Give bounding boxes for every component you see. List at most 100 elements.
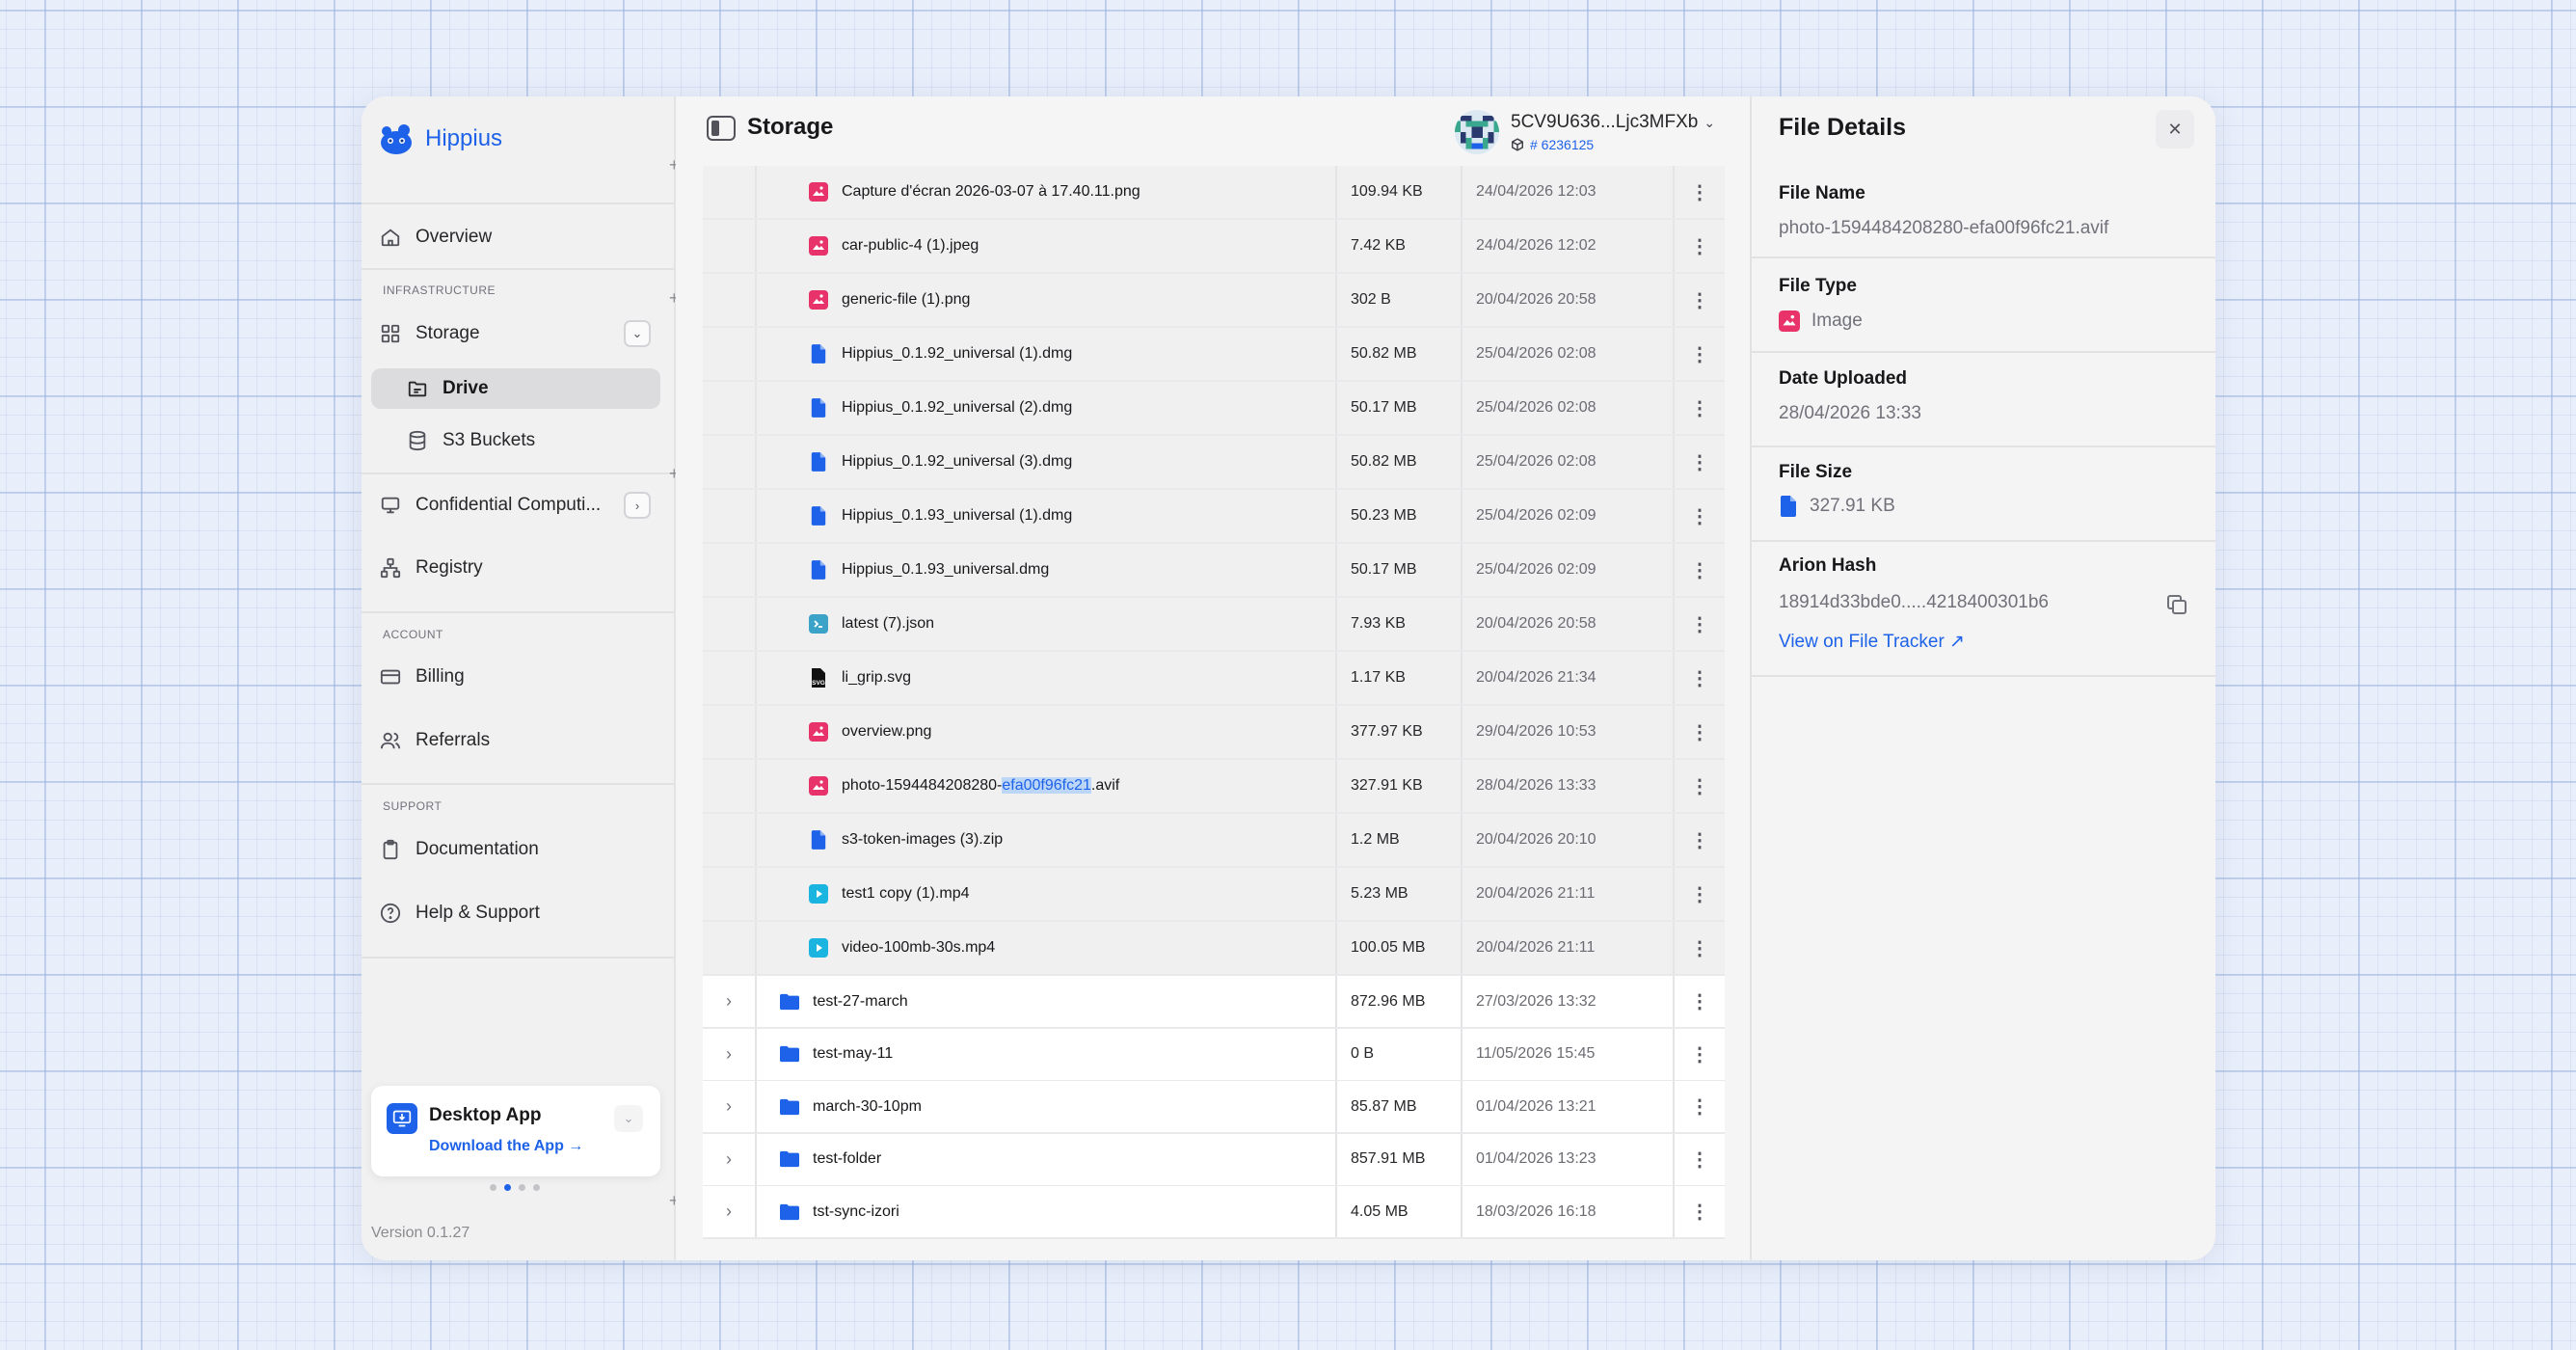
more-options-icon[interactable]: ⋮: [1675, 1029, 1725, 1080]
table-row[interactable]: Hippius_0.1.92_universal (1).dmg 50.82 MB…: [703, 328, 1725, 382]
more-options-icon[interactable]: ⋮: [1675, 760, 1725, 812]
table-row[interactable]: Hippius_0.1.93_universal (1).dmg 50.23 MB…: [703, 490, 1725, 544]
more-options-icon[interactable]: ⋮: [1675, 544, 1725, 596]
folder-row[interactable]: › test-27-march 872.96 MB 27/03/2026 13:32 ⋮: [703, 976, 1725, 1029]
folder-name: tst-sync-izori: [813, 1202, 899, 1220]
drive-folder-icon: [406, 377, 429, 400]
more-options-icon[interactable]: ⋮: [1675, 922, 1725, 974]
sidebar-item-billing[interactable]: Billing: [379, 656, 658, 698]
more-options-icon[interactable]: ⋮: [1675, 706, 1725, 758]
name-cell: march-30-10pm: [757, 1081, 1337, 1133]
sidebar-item-s3-buckets[interactable]: S3 Buckets: [371, 420, 660, 461]
file-name: Hippius_0.1.93_universal.dmg: [842, 561, 1050, 578]
file-date: 20/04/2026 20:58: [1462, 274, 1675, 326]
more-options-icon[interactable]: ⋮: [1675, 976, 1725, 1027]
table-row[interactable]: Capture d'écran 2026-03-07 à 17.40.11.pn…: [703, 166, 1725, 220]
table-row[interactable]: latest (7).json 7.93 KB 20/04/2026 20:58 ⋮: [703, 598, 1725, 652]
chevron-right-icon[interactable]: ›: [703, 1081, 757, 1133]
chevron-right-icon[interactable]: ›: [703, 976, 757, 1027]
app-window: Hippius Overview INFRASTRUCTURE Storage …: [362, 96, 2215, 1260]
more-options-icon[interactable]: ⋮: [1675, 382, 1725, 434]
file-size: 100.05 MB: [1337, 922, 1462, 974]
file-name: latest (7).json: [842, 615, 935, 632]
more-options-icon[interactable]: ⋮: [1675, 490, 1725, 542]
view-file-tracker-link[interactable]: View on File Tracker ↗: [1779, 631, 1965, 653]
carousel-dot[interactable]: [533, 1184, 540, 1191]
more-options-icon[interactable]: ⋮: [1675, 598, 1725, 650]
file-size-label: File Size: [1779, 462, 1853, 482]
chevron-right-icon[interactable]: ›: [703, 1186, 757, 1238]
chevron-right-icon[interactable]: ›: [624, 492, 651, 519]
more-options-icon[interactable]: ⋮: [1675, 328, 1725, 380]
folder-row[interactable]: › test-folder 857.91 MB 01/04/2026 13:23 ⋮: [703, 1133, 1725, 1187]
sidebar-toggle-icon[interactable]: [707, 116, 736, 141]
table-row[interactable]: overview.png 377.97 KB 29/04/2026 10:53 ⋮: [703, 706, 1725, 760]
sidebar-item-help-support[interactable]: Help & Support: [379, 892, 658, 934]
table-row[interactable]: Hippius_0.1.93_universal.dmg 50.17 MB 25/0…: [703, 544, 1725, 598]
divider: [362, 268, 676, 270]
more-options-icon[interactable]: ⋮: [1675, 652, 1725, 704]
expand-cell: [703, 382, 757, 434]
carousel-dot[interactable]: [490, 1184, 496, 1191]
sidebar-item-registry[interactable]: Registry: [379, 547, 658, 589]
more-options-icon[interactable]: ⋮: [1675, 436, 1725, 488]
file-date: 29/04/2026 10:53: [1462, 706, 1675, 758]
more-options-icon[interactable]: ⋮: [1675, 1081, 1725, 1132]
divider: [362, 611, 676, 613]
sidebar-item-documentation[interactable]: Documentation: [379, 828, 658, 871]
carousel-dot[interactable]: [519, 1184, 525, 1191]
table-row[interactable]: test1 copy (1).mp4 5.23 MB 20/04/2026 21:1…: [703, 868, 1725, 922]
chevron-right-icon[interactable]: ›: [703, 1133, 757, 1185]
chevron-right-icon[interactable]: ›: [703, 1028, 757, 1080]
folder-row[interactable]: › march-30-10pm 85.87 MB 01/04/2026 13:21 ⋮: [703, 1081, 1725, 1135]
divider: [1752, 351, 2215, 353]
sidebar-item-referrals[interactable]: Referrals: [379, 719, 658, 762]
table-row[interactable]: SVG li_grip.svg 1.17 KB 20/04/2026 21:34 ⋮: [703, 652, 1725, 706]
section-label-infrastructure: INFRASTRUCTURE: [383, 284, 496, 297]
sidebar-item-storage[interactable]: Storage ⌄: [379, 312, 658, 355]
table-row[interactable]: s3-token-images (3).zip 1.2 MB 20/04/2026 …: [703, 814, 1725, 868]
table-row[interactable]: generic-file (1).png 302 B 20/04/2026 20:5…: [703, 274, 1725, 328]
more-options-icon[interactable]: ⋮: [1675, 814, 1725, 866]
more-options-icon[interactable]: ⋮: [1675, 1186, 1725, 1237]
more-options-icon[interactable]: ⋮: [1675, 868, 1725, 920]
table-row[interactable]: Hippius_0.1.92_universal (2).dmg 50.17 MB…: [703, 382, 1725, 436]
image-icon: [809, 290, 828, 310]
more-options-icon[interactable]: ⋮: [1675, 220, 1725, 272]
network-icon: [379, 556, 402, 580]
chevron-down-icon[interactable]: ⌄: [614, 1105, 643, 1132]
file-name: Hippius_0.1.92_universal (1).dmg: [842, 345, 1073, 362]
folder-row[interactable]: › tst-sync-izori 4.05 MB 18/03/2026 16:18 ⋮: [703, 1186, 1725, 1240]
chevron-down-icon[interactable]: ⌄: [624, 320, 651, 347]
sidebar-item-label: Help & Support: [416, 903, 540, 923]
wallet-address: 5CV9U636...Ljc3MFXb: [1511, 112, 1699, 132]
file-name: car-public-4 (1).jpeg: [842, 237, 979, 254]
more-options-icon[interactable]: ⋮: [1675, 1134, 1725, 1185]
more-options-icon[interactable]: ⋮: [1675, 166, 1725, 218]
close-icon[interactable]: ✕: [2156, 110, 2194, 148]
name-cell: latest (7).json: [757, 598, 1337, 650]
brand[interactable]: Hippius: [377, 110, 502, 168]
file-date: 20/04/2026 21:11: [1462, 922, 1675, 974]
details-title: File Details: [1779, 114, 1906, 141]
copy-icon[interactable]: [2165, 593, 2188, 616]
sidebar-item-drive[interactable]: Drive: [371, 368, 660, 409]
file-name-label: File Name: [1779, 183, 1865, 203]
sidebar-item-confidential-computing[interactable]: Confidential Computi... ›: [379, 484, 658, 526]
expand-cell: [703, 652, 757, 704]
table-row[interactable]: car-public-4 (1).jpeg 7.42 KB 24/04/2026 1…: [703, 220, 1725, 274]
name-cell: Hippius_0.1.93_universal.dmg: [757, 544, 1337, 596]
table-row[interactable]: video-100mb-30s.mp4 100.05 MB 20/04/2026 2…: [703, 922, 1725, 976]
wallet-selector[interactable]: 5CV9U636...Ljc3MFXb # 6236125 ⌄: [1455, 106, 1715, 158]
sidebar-item-overview[interactable]: Overview: [379, 216, 658, 258]
table-row[interactable]: photo-1594484208280-efa00f96fc21.avif 327…: [703, 760, 1725, 814]
document-icon: [1781, 496, 1796, 517]
file-size: 109.94 KB: [1337, 166, 1462, 218]
carousel-dot-active[interactable]: [504, 1184, 511, 1191]
download-app-link[interactable]: Download the App →: [429, 1138, 583, 1155]
folder-row[interactable]: › test-may-11 0 B 11/05/2026 15:45 ⋮: [703, 1028, 1725, 1082]
table-row[interactable]: Hippius_0.1.92_universal (3).dmg 50.82 MB…: [703, 436, 1725, 490]
folder-date: 01/04/2026 13:21: [1462, 1081, 1675, 1133]
more-options-icon[interactable]: ⋮: [1675, 274, 1725, 326]
file-date: 25/04/2026 02:08: [1462, 436, 1675, 488]
